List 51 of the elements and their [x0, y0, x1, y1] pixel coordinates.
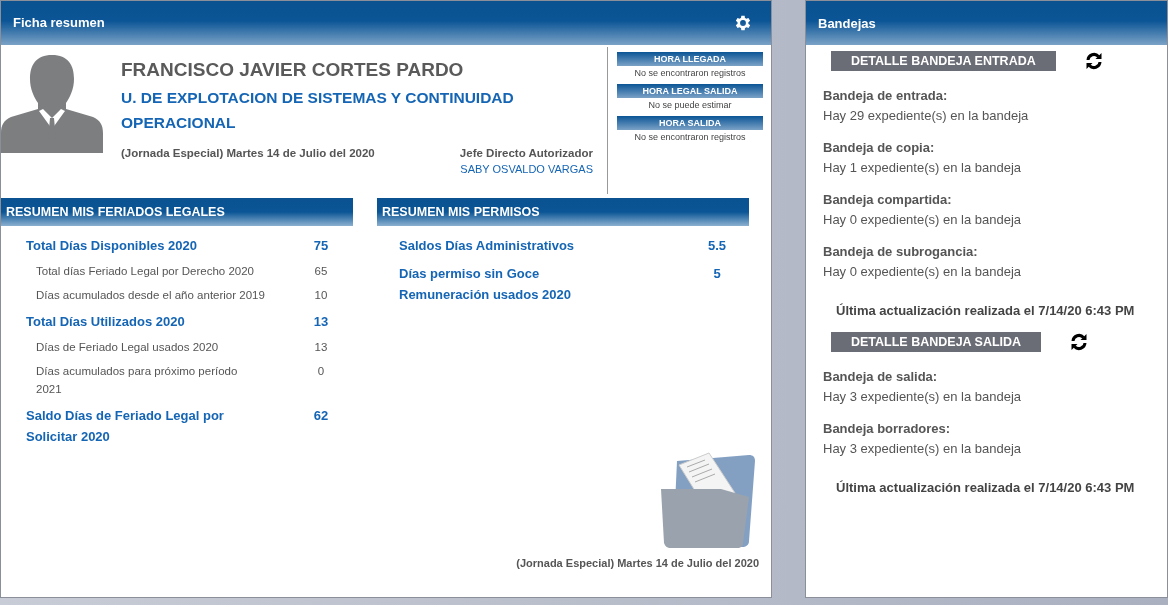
tray-label: Bandeja de entrada: [823, 88, 949, 103]
tray-count: Hay 3 expediente(s) en la bandeja [823, 389, 1023, 404]
tray-count: Hay 1 expediente(s) en la bandeja [823, 160, 1023, 175]
panel-title: Bandejas [818, 15, 876, 31]
summary-label: Total Días Utilizados 2020 [26, 313, 186, 331]
time-header: HORA LLEGADA [617, 51, 763, 66]
summary-value: 65 [313, 264, 329, 279]
tray-count: Hay 3 expediente(s) en la bandeja [823, 441, 1023, 456]
summary-value: 0 [316, 364, 326, 379]
tray-count: Hay 0 expediente(s) en la bandeja [823, 264, 1023, 279]
summary-value: 5 [712, 265, 722, 283]
last-update-text: Última actualización realizada el 7/14/20 6:43 PM [836, 303, 1136, 318]
summary-value: 75 [312, 237, 330, 255]
unit-name: U. DE EXPLOTACION DE SISTEMAS Y CONTINUIDAD OPERACIONAL [121, 87, 515, 133]
last-update-text: Última actualización realizada el 7/14/20 6:43 PM [836, 480, 1136, 495]
time-value: No se puede estimar [648, 99, 732, 110]
time-header: HORA LEGAL SALIDA [617, 83, 763, 98]
time-value: No se encontraron registros [634, 131, 746, 142]
detail-button[interactable]: DETALLE BANDEJA ENTRADA [831, 51, 1056, 71]
summary-value: 62 [312, 407, 330, 425]
supervisor-name: SABY OSVALDO VARGAS [460, 162, 593, 175]
time-value: No se encontraron registros [634, 67, 746, 78]
tray-label: Bandeja borradores: [823, 421, 952, 436]
section-header: RESUMEN MIS PERMISOS [377, 198, 749, 226]
summary-label: Total días Feriado Legal por Derecho 2020 [36, 264, 255, 279]
detail-button[interactable]: DETALLE BANDEJA SALIDA [831, 332, 1042, 352]
footer-date: (Jornada Especial) Martes 14 de Julio del 2020 [516, 557, 759, 569]
summary-value: 5.5 [706, 237, 728, 255]
summary-label: Saldos Días Administrativos [399, 237, 576, 255]
summary-label: Saldo Días de Feriado Legal por Solicitar 2020 [26, 407, 225, 446]
section-header: RESUMEN MIS FERIADOS LEGALES [1, 198, 353, 226]
summary-label: Días permiso sin Goce Remuneración usados 2020 [399, 265, 572, 304]
supervisor-label: Jefe Directo Autorizador [459, 146, 593, 159]
schedule-date: (Jornada Especial) Martes 14 de Julio del 2020 [121, 146, 375, 161]
summary-label: Días de Feriado Legal usados 2020 [36, 340, 220, 355]
summary-value: 13 [313, 340, 329, 355]
tray-count: Hay 29 expediente(s) en la bandeja [823, 108, 1030, 123]
panel-title: Ficha resumen [13, 15, 105, 31]
time-header: HORA SALIDA [617, 115, 763, 130]
summary-value: 13 [312, 313, 330, 331]
tray-label: Bandeja compartida: [823, 192, 953, 207]
tray-count: Hay 0 expediente(s) en la bandeja [823, 212, 1023, 227]
tray-label: Bandeja de copia: [823, 140, 936, 155]
summary-label: Total Días Disponibles 2020 [26, 237, 198, 255]
tray-label: Bandeja de subrogancia: [823, 244, 979, 259]
summary-label: Días acumulados para próximo período 2021 [36, 364, 239, 397]
summary-value: 10 [313, 288, 329, 303]
refresh-icon[interactable] [1069, 332, 1090, 352]
tray-label: Bandeja de salida: [823, 369, 939, 384]
summary-label: Días acumulados desde el año anterior 2019 [36, 288, 266, 303]
employee-name: FRANCISCO JAVIER CORTES PARDO [121, 58, 465, 81]
